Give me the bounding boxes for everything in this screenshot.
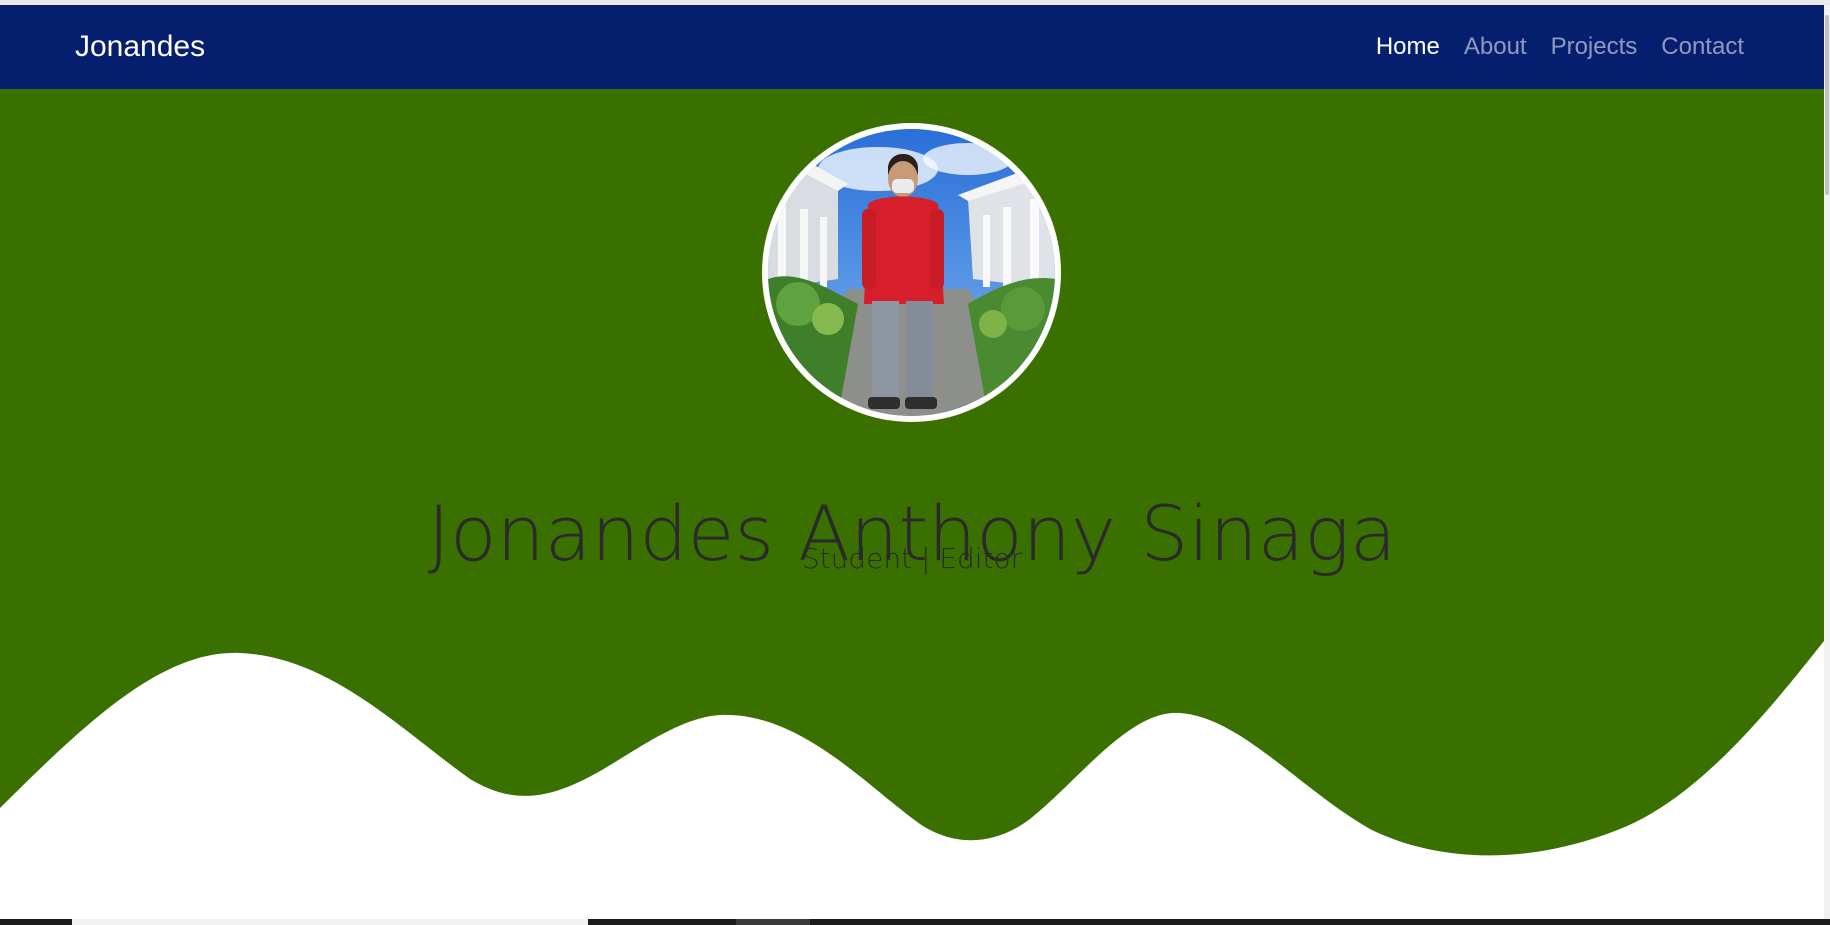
nav-link-about[interactable]: About — [1464, 35, 1527, 59]
profile-photo — [768, 129, 1055, 416]
navbar: Jonandes Home About Projects Contact — [0, 5, 1824, 89]
hero-subtitle: Student | Editor — [801, 542, 1023, 575]
profile-avatar — [762, 123, 1061, 422]
hero-section: Jonandes Anthony Sinaga Student | Editor — [0, 89, 1824, 919]
taskbar-window-preview — [72, 919, 588, 925]
scrollbar-thumb[interactable] — [1825, 15, 1829, 195]
profile-photo-illustration — [768, 129, 1055, 416]
os-taskbar-edge — [0, 919, 1830, 925]
taskbar-active-item — [736, 919, 810, 925]
page: Jonandes Home About Projects Contact Jon… — [0, 0, 1830, 925]
nav-links: Home About Projects Contact — [1376, 35, 1744, 59]
nav-link-contact[interactable]: Contact — [1661, 35, 1744, 59]
navbar-brand[interactable]: Jonandes — [75, 32, 205, 62]
page-scrollbar[interactable] — [1824, 5, 1830, 919]
nav-link-home[interactable]: Home — [1376, 35, 1440, 59]
nav-link-projects[interactable]: Projects — [1551, 35, 1638, 59]
